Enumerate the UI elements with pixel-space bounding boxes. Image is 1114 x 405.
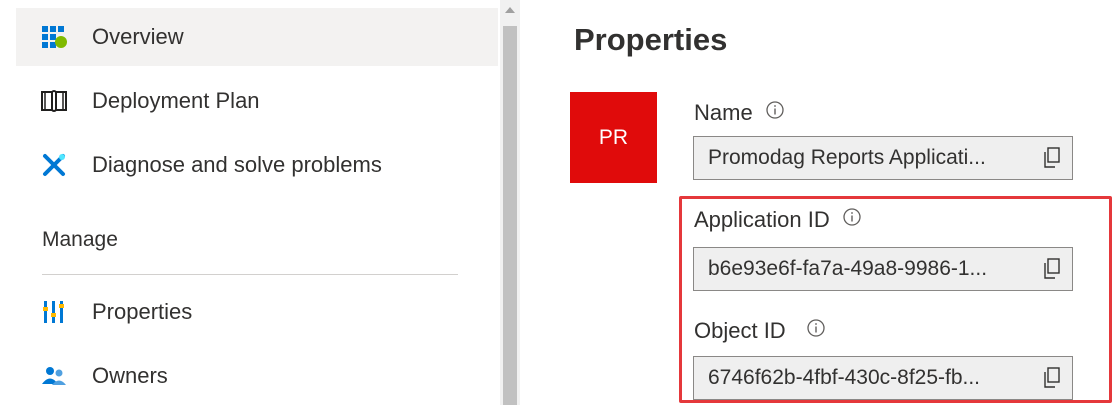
section-divider (42, 274, 458, 275)
app-avatar: PR (570, 92, 657, 183)
sidebar-nav: Overview Deployment Plan Diagnose and so… (0, 0, 500, 405)
highlight-annotation-box (679, 196, 1112, 403)
sidebar-item-owners[interactable]: Owners (16, 347, 498, 405)
sidebar-item-diagnose[interactable]: Diagnose and solve problems (16, 136, 498, 194)
tools-icon (40, 151, 68, 179)
name-field[interactable]: Promodag Reports Applicati... (693, 136, 1073, 180)
sidebar-item-properties[interactable]: Properties (16, 283, 498, 341)
sidebar-item-label: Owners (92, 363, 168, 388)
sidebar-item-deployment-plan[interactable]: Deployment Plan (16, 72, 498, 130)
scroll-up-arrow-icon[interactable] (500, 6, 520, 20)
users-icon (40, 362, 68, 390)
copy-icon[interactable] (1040, 145, 1064, 171)
scrollbar-thumb[interactable] (503, 26, 517, 405)
page-title: Properties (574, 22, 728, 57)
properties-bars-icon (40, 298, 68, 326)
info-icon[interactable] (765, 100, 785, 126)
sidebar-item-label: Deployment Plan (92, 88, 260, 113)
sidebar-item-overview[interactable]: Overview (16, 8, 498, 66)
sidebar-item-label: Properties (92, 299, 193, 324)
overview-grid-icon (40, 23, 68, 51)
avatar-initials: PR (598, 125, 629, 149)
sidebar-item-label: Overview (92, 24, 184, 49)
name-value: Promodag Reports Applicati... (708, 146, 986, 169)
sidebar-item-label: Diagnose and solve problems (92, 152, 382, 177)
book-icon (40, 87, 68, 115)
section-header-manage: Manage (42, 228, 118, 251)
name-label: Name (694, 100, 753, 125)
name-label-row: Name (694, 100, 785, 126)
